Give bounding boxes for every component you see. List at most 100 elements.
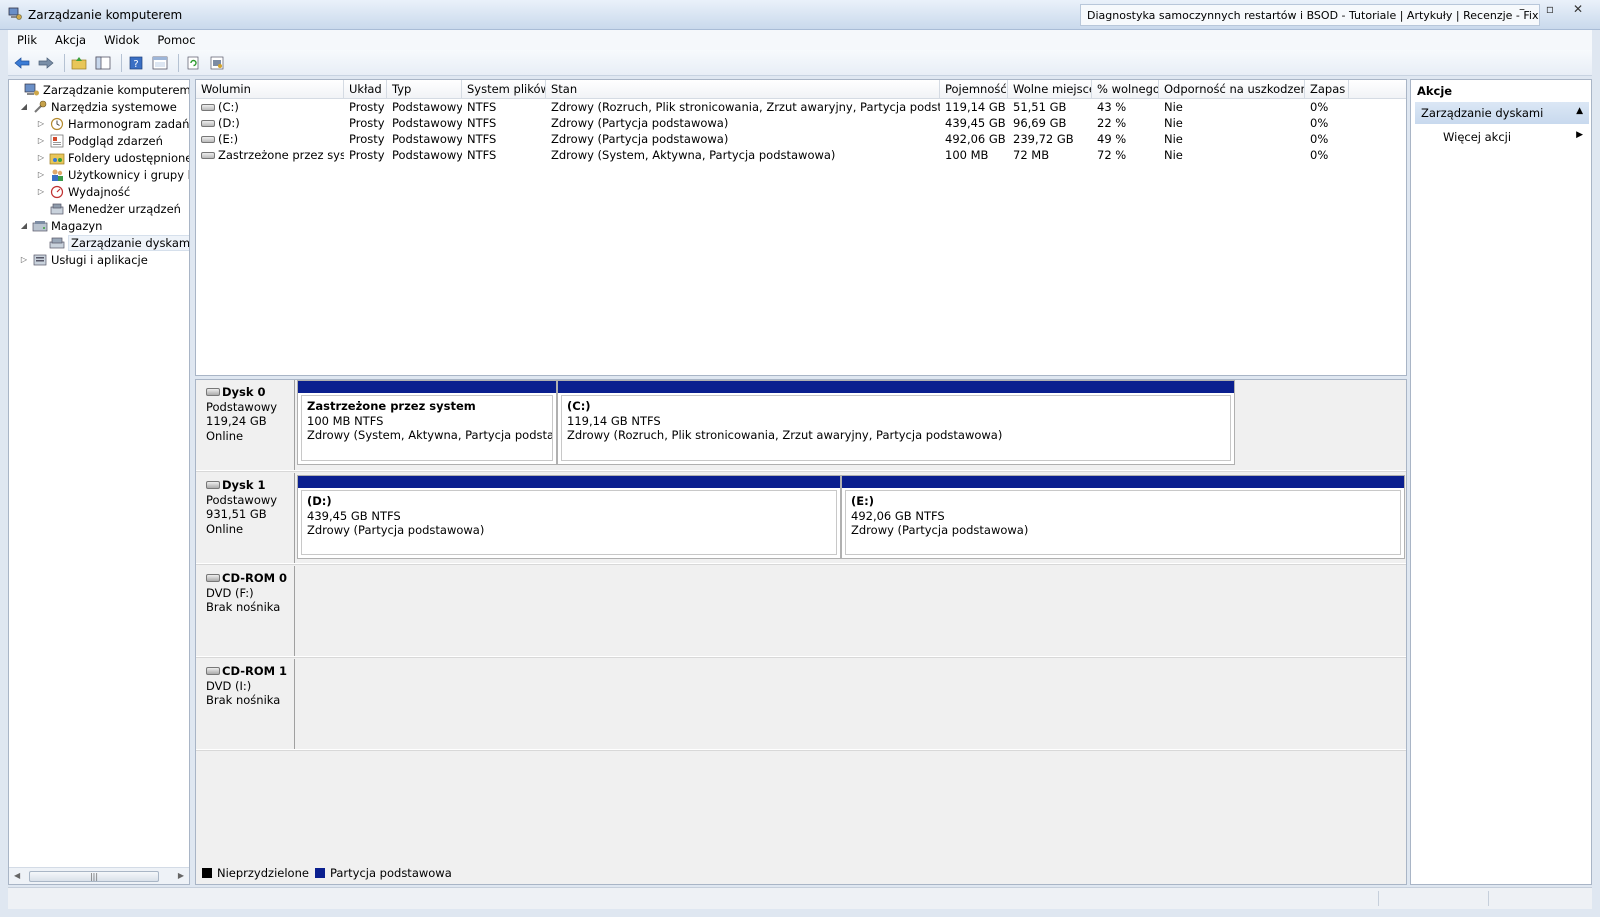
table-cell: 72 MB	[1013, 148, 1050, 162]
disk-label-disk0[interactable]: Dysk 0 Podstawowy 119,24 GB Online	[196, 380, 295, 470]
menu-akcja[interactable]: Akcja	[46, 33, 95, 47]
column-header-volume[interactable]: Wolumin	[196, 80, 344, 99]
back-arrow-icon[interactable]	[12, 54, 32, 72]
column-header-status[interactable]: Stan	[546, 80, 940, 99]
column-header-fault-tolerance[interactable]: Odporność na uszkodzenia	[1159, 80, 1305, 99]
export-icon[interactable]	[207, 54, 227, 72]
scroll-right-icon[interactable]: ▶	[178, 871, 184, 880]
performance-icon	[50, 185, 64, 198]
maximize-button[interactable]: ▫	[1536, 0, 1564, 20]
help-icon[interactable]: ?	[126, 54, 146, 72]
table-cell: Podstawowy	[392, 132, 462, 146]
scroll-left-icon[interactable]: ◀	[14, 871, 20, 880]
tree-item-event-viewer[interactable]: ▷ Podgląd zdarzeń	[36, 132, 163, 149]
tree-item-task-scheduler[interactable]: ▷ Harmonogram zadań	[36, 115, 189, 132]
actions-section-disk-management[interactable]: Zarządzanie dyskami ▲	[1415, 102, 1589, 124]
disk-label-cdrom0[interactable]: CD-ROM 0 DVD (F:) Brak nośnika	[196, 566, 295, 656]
disk-type: DVD (I:)	[206, 678, 252, 693]
partition-title: (C:)	[567, 399, 591, 413]
computer-management-icon	[8, 7, 22, 20]
partition-status: Zdrowy (Partycja podstawowa)	[851, 523, 1029, 537]
table-row[interactable]: (D:) Prosty Podstawowy NTFS Zdrowy (Part…	[196, 115, 1406, 131]
status-separator	[1378, 891, 1379, 906]
primary-partition-bar	[558, 381, 1234, 393]
table-cell: 96,69 GB	[1013, 116, 1067, 130]
cd-rom-icon	[206, 667, 220, 675]
partition-system-reserved[interactable]: Zastrzeżone przez system 100 MB NTFS Zdr…	[297, 380, 557, 465]
column-header-overhead[interactable]: Zapas	[1305, 80, 1349, 99]
column-header-type[interactable]: Typ	[387, 80, 462, 99]
forward-arrow-icon[interactable]	[36, 54, 56, 72]
table-cell: Nie	[1164, 148, 1183, 162]
table-cell: 439,45 GB	[945, 116, 1006, 130]
expand-triangle-icon[interactable]: ▷	[36, 119, 46, 128]
expand-triangle-icon[interactable]: ▷	[36, 136, 46, 145]
partition-size: 492,06 GB NTFS	[851, 508, 945, 523]
partition-e[interactable]: (E:) 492,06 GB NTFS Zdrowy (Partycja pod…	[841, 475, 1405, 559]
menu-pomoc[interactable]: Pomoc	[148, 33, 204, 47]
collapse-triangle-icon[interactable]: ◢	[19, 102, 29, 111]
tree-item-label: Narzędzia systemowe	[51, 99, 177, 114]
properties-icon[interactable]	[150, 54, 170, 72]
status-separator	[1488, 891, 1489, 906]
tree-item-shared-folders[interactable]: ▷ Foldery udostępnione	[36, 149, 190, 166]
volume-list: Wolumin Układ Typ System plików Stan Poj…	[195, 79, 1407, 376]
more-actions-link[interactable]: Więcej akcji	[1443, 130, 1511, 144]
expand-triangle-icon[interactable]: ▷	[36, 187, 46, 196]
table-cell: 72 %	[1097, 148, 1127, 162]
tree-item-device-manager[interactable]: Menedżer urządzeń	[36, 200, 181, 217]
close-button[interactable]: ✕	[1564, 0, 1592, 20]
table-cell: NTFS	[467, 148, 497, 162]
tree-item-system-tools[interactable]: ◢ Narzędzia systemowe	[19, 98, 177, 115]
refresh-icon[interactable]	[183, 54, 203, 72]
hard-disk-icon	[206, 388, 220, 396]
table-row[interactable]: (C:) Prosty Podstawowy NTFS Zdrowy (Rozr…	[196, 99, 1406, 115]
background-window-title[interactable]: Diagnostyka samoczynnych restartów i BSO…	[1080, 4, 1540, 26]
column-header-free-space[interactable]: Wolne miejsce	[1008, 80, 1092, 99]
partition-c[interactable]: (C:) 119,14 GB NTFS Zdrowy (Rozruch, Pli…	[557, 380, 1235, 465]
minimize-button[interactable]: –	[1508, 0, 1536, 20]
partition-title: (D:)	[307, 494, 332, 508]
tree-item-computer-management[interactable]: Zarządzanie komputerem (lokal	[11, 81, 189, 98]
column-header-layout[interactable]: Układ	[344, 80, 387, 99]
up-folder-icon[interactable]	[69, 54, 89, 72]
menu-plik[interactable]: Plik	[8, 33, 46, 47]
table-cell: 22 %	[1097, 116, 1127, 130]
expand-triangle-icon[interactable]: ▷	[19, 255, 29, 264]
disk-divider	[196, 749, 1406, 751]
submenu-arrow-icon[interactable]: ▶	[1576, 130, 1583, 140]
tree-item-local-users[interactable]: ▷ Użytkownicy i grupy lok	[36, 166, 189, 183]
computer-management-icon	[24, 83, 39, 95]
column-header-capacity[interactable]: Pojemność	[940, 80, 1008, 99]
disk-status: Online	[206, 521, 244, 536]
table-row[interactable]: (E:) Prosty Podstawowy NTFS Zdrowy (Part…	[196, 131, 1406, 147]
show-hide-tree-icon[interactable]	[93, 54, 113, 72]
disk-status: Brak nośnika	[206, 600, 281, 614]
column-header-filesystem[interactable]: System plików	[462, 80, 546, 99]
expand-triangle-icon[interactable]: ▷	[36, 153, 46, 162]
collapse-triangle-icon[interactable]: ◢	[19, 221, 29, 230]
menu-widok[interactable]: Widok	[95, 33, 148, 47]
tree-item-disk-management[interactable]: Zarządzanie dyskami	[36, 234, 189, 251]
tree-item-label: Foldery udostępnione	[68, 150, 190, 165]
primary-partition-bar	[298, 381, 556, 393]
volume-name: Zastrzeżone przez system	[218, 148, 344, 162]
disk-size: 119,24 GB	[206, 414, 267, 428]
column-header-percent-free[interactable]: % wolnego	[1092, 80, 1159, 99]
table-cell: Podstawowy	[392, 100, 462, 114]
table-row[interactable]: Zastrzeżone przez system Prosty Podstawo…	[196, 147, 1406, 163]
tree-item-performance[interactable]: ▷ Wydajność	[36, 183, 130, 200]
event-viewer-icon	[50, 134, 64, 147]
partition-size: 100 MB NTFS	[307, 413, 384, 428]
partition-d[interactable]: (D:) 439,45 GB NTFS Zdrowy (Partycja pod…	[297, 475, 841, 559]
tree-item-storage[interactable]: ◢ Magazyn	[19, 217, 103, 234]
tree-item-services-apps[interactable]: ▷ Usługi i aplikacje	[19, 251, 148, 268]
expand-triangle-icon[interactable]: ▷	[36, 170, 46, 179]
drive-icon	[201, 120, 215, 127]
disk-divider	[196, 656, 1406, 658]
disk-label-cdrom1[interactable]: CD-ROM 1 DVD (I:) Brak nośnika	[196, 659, 295, 749]
tree-horizontal-scrollbar[interactable]: ◀ ||| ▶	[9, 867, 189, 884]
disk-label-disk1[interactable]: Dysk 1 Podstawowy 931,51 GB Online	[196, 473, 295, 563]
collapse-up-icon[interactable]: ▲	[1576, 106, 1583, 116]
scrollbar-thumb[interactable]: |||	[29, 871, 159, 882]
